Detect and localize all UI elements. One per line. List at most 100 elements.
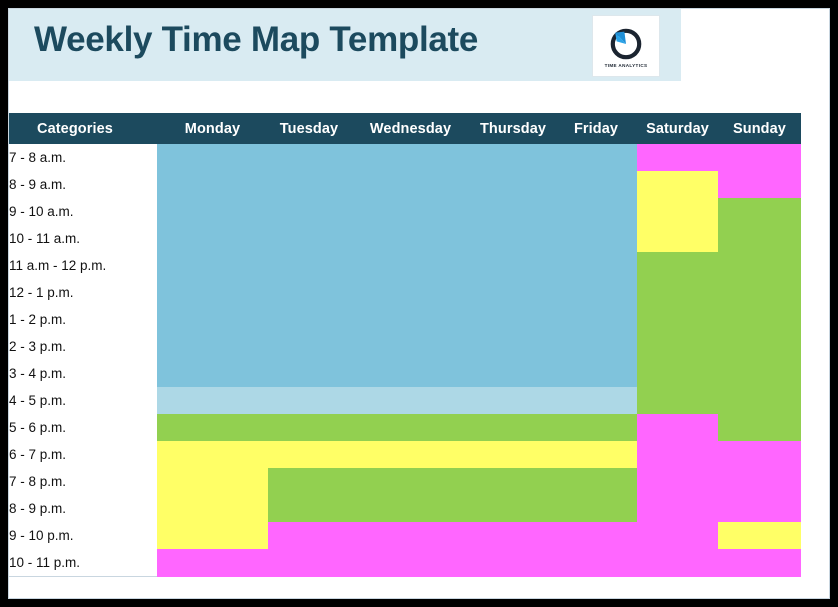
schedule-cell-saturday[interactable] <box>637 252 718 279</box>
schedule-cell-monday[interactable] <box>157 225 268 252</box>
schedule-cell-saturday[interactable] <box>637 414 718 441</box>
schedule-cell-friday[interactable] <box>555 171 637 198</box>
schedule-cell-wednesday[interactable] <box>350 144 471 171</box>
schedule-cell-wednesday[interactable] <box>350 306 471 333</box>
schedule-cell-tuesday[interactable] <box>268 333 350 360</box>
schedule-cell-sunday[interactable] <box>718 495 801 522</box>
column-header-sunday[interactable]: Sunday <box>718 113 801 144</box>
schedule-cell-tuesday[interactable] <box>268 441 350 468</box>
schedule-cell-monday[interactable] <box>157 414 268 441</box>
schedule-cell-wednesday[interactable] <box>350 441 471 468</box>
schedule-cell-sunday[interactable] <box>718 333 801 360</box>
schedule-cell-thursday[interactable] <box>471 414 555 441</box>
schedule-cell-saturday[interactable] <box>637 549 718 577</box>
schedule-cell-wednesday[interactable] <box>350 333 471 360</box>
schedule-cell-thursday[interactable] <box>471 279 555 306</box>
schedule-cell-saturday[interactable] <box>637 522 718 549</box>
schedule-cell-monday[interactable] <box>157 468 268 495</box>
schedule-cell-sunday[interactable] <box>718 360 801 387</box>
schedule-cell-monday[interactable] <box>157 171 268 198</box>
schedule-cell-friday[interactable] <box>555 495 637 522</box>
schedule-cell-wednesday[interactable] <box>350 549 471 577</box>
schedule-cell-friday[interactable] <box>555 306 637 333</box>
schedule-cell-saturday[interactable] <box>637 333 718 360</box>
schedule-cell-thursday[interactable] <box>471 225 555 252</box>
schedule-cell-tuesday[interactable] <box>268 360 350 387</box>
schedule-cell-sunday[interactable] <box>718 279 801 306</box>
schedule-cell-saturday[interactable] <box>637 279 718 306</box>
schedule-cell-friday[interactable] <box>555 225 637 252</box>
schedule-cell-wednesday[interactable] <box>350 360 471 387</box>
schedule-cell-sunday[interactable] <box>718 522 801 549</box>
schedule-cell-friday[interactable] <box>555 333 637 360</box>
schedule-cell-thursday[interactable] <box>471 522 555 549</box>
schedule-cell-saturday[interactable] <box>637 171 718 198</box>
column-header-wednesday[interactable]: Wednesday <box>350 113 471 144</box>
schedule-cell-friday[interactable] <box>555 549 637 577</box>
schedule-cell-thursday[interactable] <box>471 252 555 279</box>
schedule-cell-tuesday[interactable] <box>268 468 350 495</box>
column-header-thursday[interactable]: Thursday <box>471 113 555 144</box>
schedule-cell-saturday[interactable] <box>637 225 718 252</box>
schedule-cell-friday[interactable] <box>555 198 637 225</box>
schedule-cell-tuesday[interactable] <box>268 279 350 306</box>
schedule-cell-saturday[interactable] <box>637 306 718 333</box>
schedule-cell-wednesday[interactable] <box>350 495 471 522</box>
column-header-saturday[interactable]: Saturday <box>637 113 718 144</box>
column-header-categories[interactable]: Categories <box>9 113 157 144</box>
schedule-cell-tuesday[interactable] <box>268 495 350 522</box>
schedule-cell-sunday[interactable] <box>718 225 801 252</box>
schedule-cell-thursday[interactable] <box>471 306 555 333</box>
schedule-cell-friday[interactable] <box>555 360 637 387</box>
schedule-cell-wednesday[interactable] <box>350 522 471 549</box>
schedule-cell-wednesday[interactable] <box>350 387 471 414</box>
schedule-cell-tuesday[interactable] <box>268 252 350 279</box>
schedule-cell-saturday[interactable] <box>637 495 718 522</box>
schedule-cell-friday[interactable] <box>555 252 637 279</box>
schedule-cell-sunday[interactable] <box>718 387 801 414</box>
schedule-cell-saturday[interactable] <box>637 441 718 468</box>
schedule-cell-thursday[interactable] <box>471 171 555 198</box>
schedule-cell-friday[interactable] <box>555 522 637 549</box>
schedule-cell-friday[interactable] <box>555 144 637 171</box>
schedule-cell-monday[interactable] <box>157 360 268 387</box>
column-header-tuesday[interactable]: Tuesday <box>268 113 350 144</box>
schedule-cell-thursday[interactable] <box>471 144 555 171</box>
schedule-cell-thursday[interactable] <box>471 333 555 360</box>
schedule-cell-friday[interactable] <box>555 468 637 495</box>
schedule-cell-monday[interactable] <box>157 441 268 468</box>
schedule-cell-sunday[interactable] <box>718 252 801 279</box>
schedule-cell-tuesday[interactable] <box>268 171 350 198</box>
schedule-cell-saturday[interactable] <box>637 144 718 171</box>
schedule-cell-wednesday[interactable] <box>350 171 471 198</box>
schedule-cell-saturday[interactable] <box>637 198 718 225</box>
schedule-cell-thursday[interactable] <box>471 198 555 225</box>
schedule-cell-sunday[interactable] <box>718 198 801 225</box>
schedule-cell-monday[interactable] <box>157 144 268 171</box>
schedule-cell-sunday[interactable] <box>718 171 801 198</box>
schedule-cell-sunday[interactable] <box>718 441 801 468</box>
schedule-cell-wednesday[interactable] <box>350 414 471 441</box>
schedule-cell-wednesday[interactable] <box>350 225 471 252</box>
schedule-cell-sunday[interactable] <box>718 306 801 333</box>
schedule-cell-monday[interactable] <box>157 495 268 522</box>
schedule-cell-monday[interactable] <box>157 198 268 225</box>
schedule-cell-friday[interactable] <box>555 414 637 441</box>
schedule-cell-thursday[interactable] <box>471 468 555 495</box>
schedule-cell-monday[interactable] <box>157 252 268 279</box>
schedule-cell-monday[interactable] <box>157 333 268 360</box>
schedule-cell-tuesday[interactable] <box>268 225 350 252</box>
schedule-cell-friday[interactable] <box>555 387 637 414</box>
schedule-cell-saturday[interactable] <box>637 468 718 495</box>
column-header-friday[interactable]: Friday <box>555 113 637 144</box>
schedule-cell-tuesday[interactable] <box>268 387 350 414</box>
schedule-cell-thursday[interactable] <box>471 360 555 387</box>
schedule-cell-thursday[interactable] <box>471 387 555 414</box>
column-header-monday[interactable]: Monday <box>157 113 268 144</box>
schedule-cell-tuesday[interactable] <box>268 522 350 549</box>
schedule-cell-wednesday[interactable] <box>350 252 471 279</box>
schedule-cell-thursday[interactable] <box>471 441 555 468</box>
schedule-cell-thursday[interactable] <box>471 549 555 577</box>
schedule-cell-monday[interactable] <box>157 522 268 549</box>
schedule-cell-tuesday[interactable] <box>268 414 350 441</box>
